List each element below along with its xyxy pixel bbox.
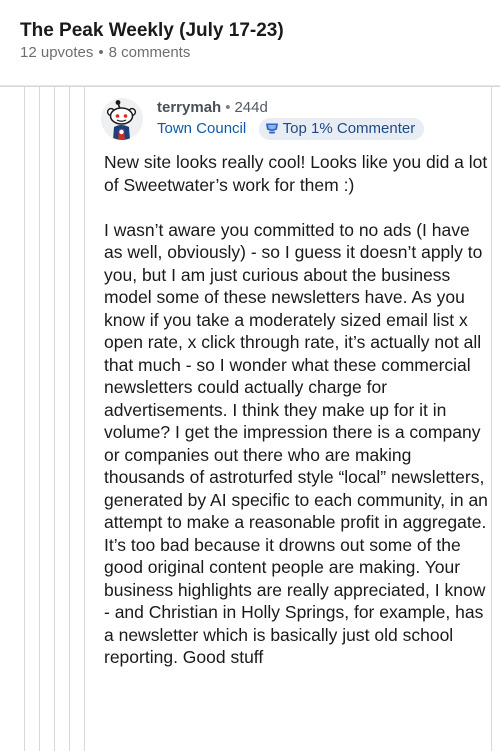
badge-label: Top 1% Commenter: [282, 120, 416, 137]
thread-line[interactable]: [39, 86, 40, 751]
author-separator: •: [225, 99, 231, 116]
thread-line[interactable]: [24, 86, 25, 751]
snoo-avatar-icon[interactable]: [101, 98, 143, 140]
comment-username[interactable]: terrymah: [157, 99, 221, 116]
comment-paragraph: I wasn’t aware you committed to no ads (…: [104, 219, 488, 668]
thread-line[interactable]: [84, 86, 85, 751]
thread-indent-lines: [0, 86, 100, 751]
comment-body: New site looks really cool! Looks like y…: [104, 151, 490, 669]
meta-separator: •: [98, 44, 104, 61]
thread-line[interactable]: [69, 86, 70, 751]
comment-paragraph: New site looks really cool! Looks like y…: [104, 152, 488, 195]
post-title[interactable]: The Peak Weekly (July 17-23): [20, 20, 284, 42]
comment-author-line: terrymah • 244d: [157, 99, 268, 116]
post-meta: 12 upvotes • 8 comments: [20, 44, 190, 61]
post-header: The Peak Weekly (July 17-23) 12 upvotes •…: [0, 0, 500, 86]
comment-frame-right: [491, 86, 492, 751]
user-flair[interactable]: Town Council: [157, 118, 246, 140]
comment-count[interactable]: 8 comments: [109, 44, 191, 61]
upvote-count: 12 upvotes: [20, 44, 94, 61]
comment-age: 244d: [234, 99, 268, 116]
comment-flair-row: Town Council Top 1% Commenter: [157, 118, 425, 140]
trophy-badge-icon: [265, 123, 278, 134]
thread-line[interactable]: [54, 86, 55, 751]
top-commenter-badge[interactable]: Top 1% Commenter: [258, 118, 425, 140]
